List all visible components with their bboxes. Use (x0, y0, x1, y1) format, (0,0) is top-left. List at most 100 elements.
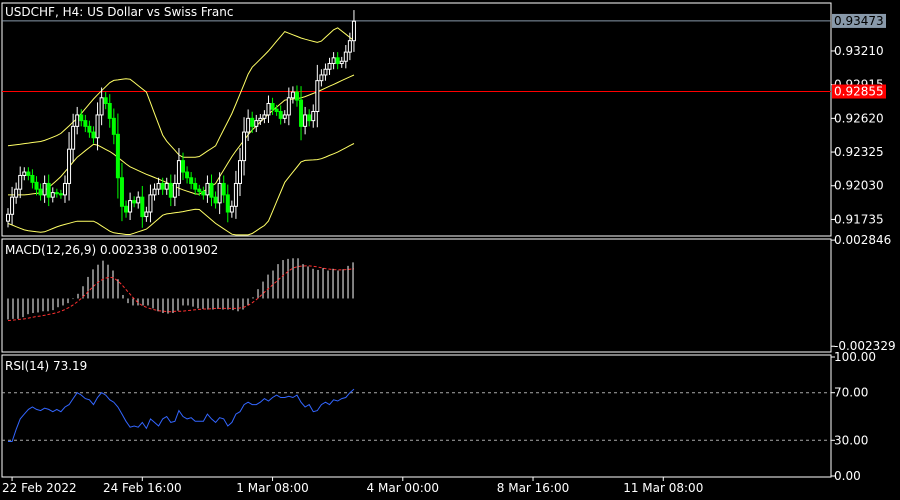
rsi-line (8, 388, 355, 442)
candle-body (50, 192, 55, 198)
candle-body (225, 194, 230, 213)
candle-body (115, 133, 120, 179)
candle-body (132, 200, 137, 204)
candle-body (42, 182, 47, 196)
candle-body (335, 57, 340, 65)
candle-body (103, 97, 108, 105)
time-axis-label: 8 Mar 16:00 (497, 481, 570, 495)
candle-body (185, 171, 190, 179)
level-price-label: 0.92855 (834, 85, 884, 99)
candle-body (58, 193, 63, 196)
candle-body (54, 192, 59, 195)
candle-body (34, 181, 39, 190)
candle-body (262, 114, 267, 119)
rsi-y-tick-label: 30.00 (834, 433, 868, 447)
candle-body (164, 182, 169, 190)
candle-body (181, 160, 186, 173)
candle-body (229, 205, 234, 213)
candle-body (99, 97, 104, 116)
candle-body (270, 103, 275, 110)
candle-body (62, 182, 67, 196)
candle-body (6, 213, 10, 222)
candle-body (217, 182, 222, 204)
trading-chart[interactable]: 0.932100.929150.926200.923250.920300.917… (0, 0, 900, 500)
time-axis-label: 24 Feb 16:00 (103, 481, 182, 495)
candle-body (107, 103, 112, 119)
candle-body (95, 114, 100, 139)
candle-body (237, 160, 242, 184)
price-y-tick-label: 0.92325 (834, 145, 884, 159)
candle-body (152, 188, 157, 196)
current-price-label: 0.93473 (834, 14, 884, 28)
candle-body (26, 171, 31, 176)
candle-body (79, 114, 84, 122)
candle-body (303, 114, 308, 127)
candle-body (189, 177, 194, 184)
candle-body (351, 20, 356, 42)
candle-body (299, 99, 304, 127)
candle-body (319, 74, 324, 82)
price-panel: 0.932100.929150.926200.923250.920300.917… (2, 5, 886, 236)
candle-body (242, 131, 247, 162)
candle-body (168, 182, 173, 198)
candle-body (75, 114, 80, 127)
macd-y-tick-label: 0.002846 (834, 233, 891, 247)
candle-body (205, 182, 210, 196)
candle-body (91, 131, 96, 139)
candle-body (258, 117, 263, 122)
candle-body (193, 182, 198, 190)
candle-body (278, 111, 283, 119)
candle-body (327, 63, 332, 70)
candle-body (176, 160, 181, 184)
candle-body (274, 108, 279, 113)
candle-body (315, 80, 320, 113)
candle-body (213, 196, 218, 204)
candle-body (311, 111, 316, 122)
candle-body (156, 182, 161, 190)
candle-body (250, 117, 255, 127)
candle-body (71, 125, 76, 150)
candle-body (307, 114, 312, 122)
time-axis-label: 1 Mar 08:00 (236, 481, 309, 495)
time-axis-label: 4 Mar 00:00 (367, 481, 440, 495)
candle-body (140, 196, 145, 218)
rsi-y-tick-label: 100.00 (834, 350, 876, 364)
candle-body (10, 196, 15, 215)
candle-body (136, 196, 141, 204)
rsi-panel-frame (1, 354, 832, 478)
bollinger-middle-band (8, 74, 355, 196)
candle-body (14, 188, 19, 198)
candle-body (221, 182, 226, 196)
candle-body (124, 205, 129, 213)
price-chart-title: USDCHF, H4: US Dollar vs Swiss Franc (5, 5, 233, 19)
candle-body (87, 125, 92, 133)
candle-body (128, 200, 133, 213)
candle-body (144, 211, 149, 218)
candle-body (343, 51, 348, 62)
candle-body (119, 177, 124, 207)
rsi-y-tick-label: 0.00 (834, 469, 861, 483)
price-y-tick-label: 0.92030 (834, 179, 884, 193)
candle-body (323, 68, 328, 76)
candle-body (67, 148, 72, 184)
price-y-tick-label: 0.92620 (834, 111, 884, 125)
candle-body (286, 97, 291, 116)
candle-body (172, 182, 177, 198)
candle-body (347, 40, 352, 53)
candle-body (201, 190, 206, 196)
price-y-tick-label: 0.93210 (834, 44, 884, 58)
candle-body (331, 57, 336, 65)
time-axis: 22 Feb 2022 24 Feb 16:00 1 Mar 08:00 4 Mar … (2, 477, 703, 495)
time-axis-label: 11 Mar 08:00 (623, 481, 703, 495)
candle-body (111, 117, 116, 135)
candle-body (148, 194, 153, 213)
candle-body (266, 103, 271, 116)
candle-body (38, 188, 43, 196)
rsi-y-tick-label: 70.00 (834, 386, 868, 400)
candle-body (282, 114, 287, 119)
candle-body (160, 182, 165, 190)
candle-body (18, 174, 23, 190)
candle-body (46, 182, 51, 198)
bollinger-upper-band (7, 27, 355, 158)
macd-panel: 0.002846-0.002329MACD(12,26,9) 0.002338 … (5, 233, 896, 353)
